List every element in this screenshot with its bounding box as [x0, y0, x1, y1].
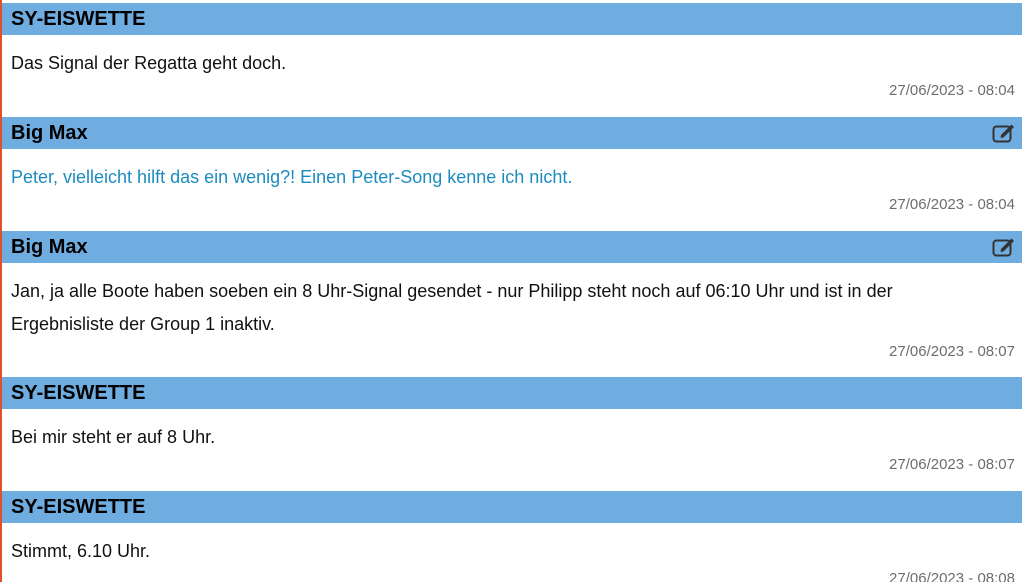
chat-window: SY-EISWETTE Das Signal der Regatta geht …: [0, 0, 1024, 582]
post-body: Peter, vielleicht hilft das ein wenig?! …: [2, 149, 1022, 231]
post-header: SY-EISWETTE: [2, 491, 1022, 523]
post-message: Peter, vielleicht hilft das ein wenig?! …: [11, 167, 573, 187]
post-message: Das Signal der Regatta geht doch.: [11, 53, 287, 73]
chat-post: SY-EISWETTE Das Signal der Regatta geht …: [2, 3, 1022, 117]
chat-post: SY-EISWETTE Stimmt, 6.10 Uhr. 27/06/2023…: [2, 491, 1022, 582]
edit-icon[interactable]: [992, 236, 1016, 258]
post-author: Big Max: [11, 122, 88, 144]
post-header: Big Max: [2, 117, 1022, 149]
post-body: Das Signal der Regatta geht doch. 27/06/…: [2, 35, 1022, 117]
post-timestamp: 27/06/2023 - 08:08: [889, 570, 1015, 582]
post-body: Stimmt, 6.10 Uhr. 27/06/2023 - 08:08: [2, 523, 1022, 582]
post-author: SY-EISWETTE: [11, 496, 146, 518]
message-feed: SY-EISWETTE Das Signal der Regatta geht …: [2, 3, 1022, 582]
chat-post: Big Max Peter, vielleicht hilft das ein …: [2, 117, 1022, 231]
post-body: Bei mir steht er auf 8 Uhr. 27/06/2023 -…: [2, 409, 1022, 491]
post-header: SY-EISWETTE: [2, 377, 1022, 409]
post-message: Bei mir steht er auf 8 Uhr.: [11, 427, 216, 447]
post-body: Jan, ja alle Boote haben soeben ein 8 Uh…: [2, 263, 1022, 377]
post-header: Big Max: [2, 231, 1022, 263]
post-timestamp: 27/06/2023 - 08:04: [889, 196, 1015, 213]
post-author: Big Max: [11, 236, 88, 258]
chat-post: Big Max Jan, ja alle Boote haben soeben …: [2, 231, 1022, 377]
post-header: SY-EISWETTE: [2, 3, 1022, 35]
post-timestamp: 27/06/2023 - 08:07: [889, 456, 1015, 473]
post-message: Stimmt, 6.10 Uhr.: [11, 541, 151, 561]
post-author: SY-EISWETTE: [11, 382, 146, 404]
edit-icon[interactable]: [992, 122, 1016, 144]
post-timestamp: 27/06/2023 - 08:07: [889, 343, 1015, 360]
post-message: Jan, ja alle Boote haben soeben ein 8 Uh…: [11, 281, 893, 334]
chat-post: SY-EISWETTE Bei mir steht er auf 8 Uhr. …: [2, 377, 1022, 491]
post-timestamp: 27/06/2023 - 08:04: [889, 82, 1015, 99]
post-author: SY-EISWETTE: [11, 8, 146, 30]
